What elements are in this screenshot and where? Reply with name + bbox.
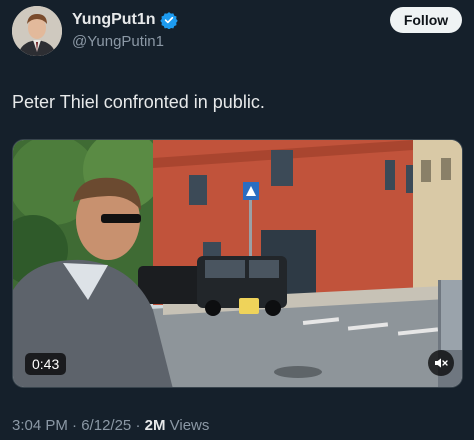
author-display-name[interactable]: YungPut1n: [72, 11, 156, 29]
author-handle[interactable]: @YungPutin1: [72, 33, 178, 50]
meta-separator: ·: [72, 417, 78, 434]
follow-button[interactable]: Follow: [390, 7, 462, 33]
video-frame: [13, 140, 462, 387]
tweet-time[interactable]: 3:04 PM: [12, 417, 68, 434]
views-count: 2M: [144, 417, 166, 434]
video-duration-badge: 0:43: [25, 353, 67, 375]
author-block: YungPut1n @YungPutin1: [72, 10, 178, 50]
tweet-text: Peter Thiel confronted in public.: [12, 92, 265, 112]
tweet-meta: 3:04 PM · 6/12/25 · 2M Views: [12, 417, 209, 434]
tweet-date[interactable]: 6/12/25: [81, 417, 131, 434]
video-player[interactable]: 0:43: [12, 139, 463, 388]
muted-speaker-icon: [435, 358, 448, 368]
views-label: Views: [169, 417, 210, 434]
mute-toggle-button[interactable]: [428, 350, 454, 376]
author-avatar[interactable]: [12, 6, 62, 56]
name-row: YungPut1n: [72, 10, 178, 30]
verified-badge-icon: [159, 11, 178, 30]
meta-separator: ·: [135, 417, 141, 434]
avatar-image: [12, 6, 62, 56]
